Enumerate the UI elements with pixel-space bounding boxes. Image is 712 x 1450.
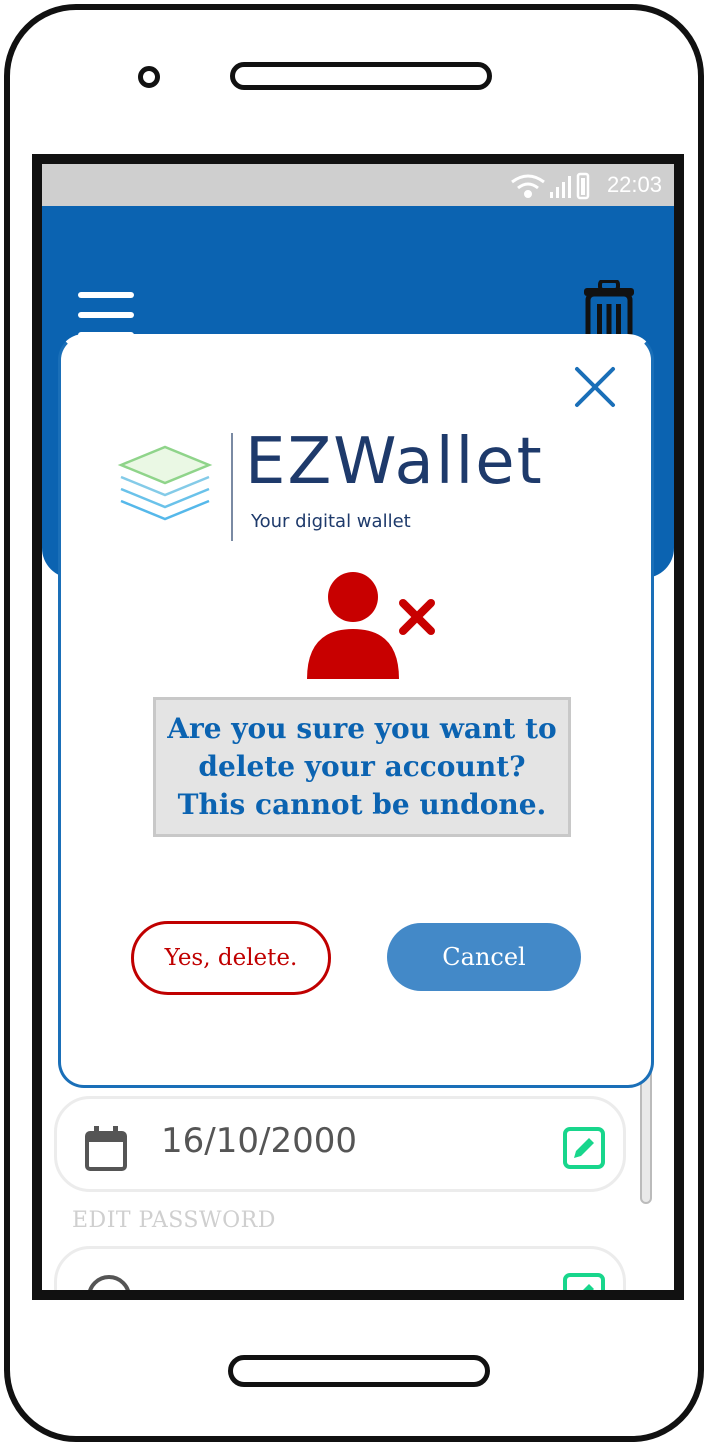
stacked-layers-icon bbox=[117, 445, 213, 521]
status-icons bbox=[511, 172, 590, 200]
calendar-icon bbox=[85, 1126, 127, 1171]
close-icon[interactable] bbox=[571, 363, 619, 411]
delete-user-icon bbox=[307, 572, 435, 679]
edit-password-label: EDIT PASSWORD bbox=[72, 1208, 276, 1233]
password-field[interactable] bbox=[54, 1246, 626, 1300]
birthdate-field[interactable]: 16/10/2000 bbox=[54, 1096, 626, 1192]
logo-wordmark: EZWallet bbox=[245, 425, 544, 499]
wifi-icon bbox=[511, 174, 545, 198]
logo-divider bbox=[231, 433, 233, 541]
ezwallet-logo: EZWallet Your digital wallet bbox=[117, 425, 607, 545]
lock-icon bbox=[88, 1275, 130, 1290]
camera-icon bbox=[138, 66, 160, 88]
speaker-grille bbox=[230, 62, 492, 90]
confirmation-message: Are you sure you want to delete your acc… bbox=[167, 712, 557, 821]
edit-icon[interactable] bbox=[563, 1127, 605, 1169]
home-button[interactable] bbox=[228, 1355, 490, 1387]
screen: 22:03 16/10/2000 EDIT PASSWORD EZWallet … bbox=[32, 154, 684, 1300]
delete-account-dialog: EZWallet Your digital wallet Are you sur… bbox=[58, 334, 654, 1088]
edit-icon[interactable] bbox=[563, 1273, 605, 1300]
status-bar: 22:03 bbox=[42, 164, 674, 206]
birthdate-value: 16/10/2000 bbox=[161, 1121, 357, 1161]
cancel-button[interactable]: Cancel bbox=[387, 923, 581, 991]
hamburger-menu-icon[interactable] bbox=[78, 292, 134, 340]
logo-tagline: Your digital wallet bbox=[251, 511, 411, 532]
battery-icon bbox=[576, 172, 590, 200]
confirmation-message-box: Are you sure you want to delete your acc… bbox=[153, 697, 571, 837]
signal-icon bbox=[550, 176, 571, 198]
status-time: 22:03 bbox=[606, 172, 662, 197]
confirm-delete-button[interactable]: Yes, delete. bbox=[131, 921, 331, 995]
